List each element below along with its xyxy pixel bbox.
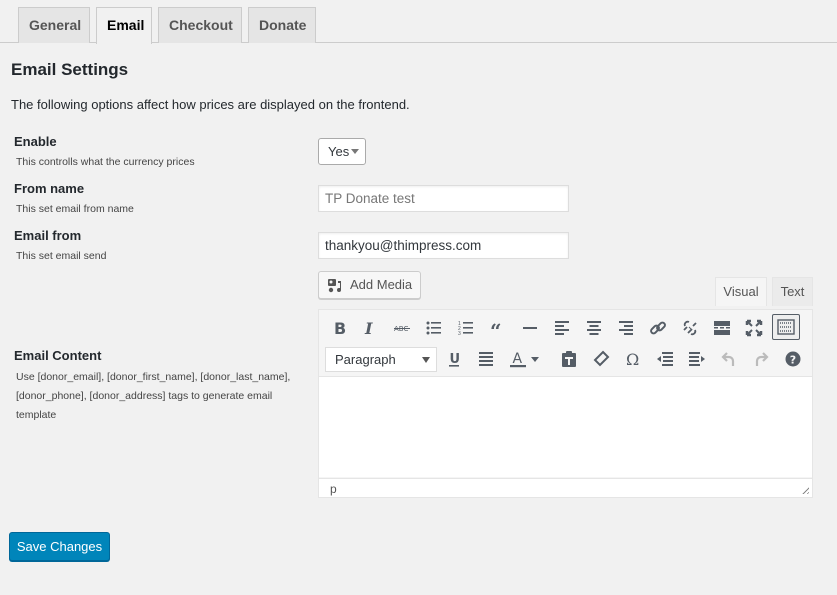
help-icon[interactable]: ? bbox=[781, 347, 805, 371]
svg-text:“: “ bbox=[490, 319, 502, 337]
enable-select[interactable]: Yes bbox=[318, 138, 366, 165]
clear-formatting-icon[interactable] bbox=[589, 347, 613, 371]
align-center-icon[interactable] bbox=[582, 316, 606, 340]
from-name-label: From name bbox=[14, 181, 85, 196]
email-content-description-2: [donor_phone], [donor_address] tags to g… bbox=[16, 390, 273, 402]
add-media-label: Add Media bbox=[350, 277, 413, 292]
from-name-input[interactable]: TP Donate test bbox=[318, 185, 569, 212]
undo-icon[interactable] bbox=[717, 347, 741, 371]
tab-text[interactable]: Text bbox=[772, 277, 813, 306]
email-content-editor: B I ABC 123 “ Paragraph U A Ω ? p bbox=[318, 309, 813, 498]
blockquote-icon[interactable]: “ bbox=[486, 316, 510, 340]
svg-text:?: ? bbox=[790, 354, 796, 367]
svg-text:I: I bbox=[364, 319, 373, 337]
text-color-icon[interactable]: A bbox=[506, 347, 530, 371]
email-content-description-3: template bbox=[16, 409, 57, 421]
increase-indent-icon[interactable] bbox=[685, 347, 709, 371]
svg-text:A: A bbox=[513, 351, 523, 367]
align-left-icon[interactable] bbox=[550, 316, 574, 340]
from-name-description: This set email from name bbox=[16, 203, 134, 215]
text-color-dropdown-icon[interactable] bbox=[528, 347, 542, 371]
italic-icon[interactable]: I bbox=[358, 316, 382, 340]
email-from-input[interactable]: thankyou@thimpress.com bbox=[318, 232, 569, 259]
enable-description: This controlls what the currency prices bbox=[16, 156, 195, 168]
special-character-icon[interactable]: Ω bbox=[621, 347, 645, 371]
email-content-description-1: Use [donor_email], [donor_first_name], [… bbox=[16, 371, 291, 383]
enable-label: Enable bbox=[14, 134, 57, 149]
underline-icon[interactable]: U bbox=[442, 347, 466, 371]
page-intro: The following options affect how prices … bbox=[11, 97, 410, 112]
redo-icon[interactable] bbox=[749, 347, 773, 371]
chevron-down-icon bbox=[351, 149, 359, 154]
fullscreen-icon[interactable] bbox=[742, 316, 766, 340]
element-path[interactable]: p bbox=[330, 482, 337, 496]
add-media-icon bbox=[328, 279, 341, 293]
email-content-label: Email Content bbox=[14, 348, 102, 363]
chevron-down-icon bbox=[422, 357, 430, 363]
email-from-label: Email from bbox=[14, 228, 82, 243]
format-select[interactable]: Paragraph bbox=[325, 347, 437, 372]
tab-visual[interactable]: Visual bbox=[715, 277, 767, 306]
decrease-indent-icon[interactable] bbox=[653, 347, 677, 371]
format-select-value: Paragraph bbox=[335, 352, 396, 367]
numbered-list-icon[interactable]: 123 bbox=[454, 316, 478, 340]
editor-statusbar: p bbox=[319, 478, 812, 497]
email-from-description: This set email send bbox=[16, 250, 107, 262]
svg-text:Ω: Ω bbox=[626, 350, 639, 368]
save-changes-button[interactable]: Save Changes bbox=[9, 532, 110, 561]
align-right-icon[interactable] bbox=[614, 316, 638, 340]
toolbar-toggle-icon[interactable] bbox=[772, 314, 800, 340]
horizontal-line-icon[interactable] bbox=[518, 316, 542, 340]
svg-text:U: U bbox=[450, 352, 461, 367]
tab-email[interactable]: Email bbox=[96, 7, 152, 44]
enable-select-value: Yes bbox=[328, 144, 350, 159]
tab-checkout[interactable]: Checkout bbox=[158, 7, 242, 43]
justify-icon[interactable] bbox=[474, 347, 498, 371]
strikethrough-icon[interactable]: ABC bbox=[390, 316, 414, 340]
tab-donate[interactable]: Donate bbox=[248, 7, 316, 43]
unlink-icon[interactable] bbox=[678, 316, 702, 340]
bullet-list-icon[interactable] bbox=[422, 316, 446, 340]
settings-tabs: General Email Checkout Donate bbox=[0, 0, 837, 44]
paste-as-text-icon[interactable] bbox=[557, 347, 581, 371]
resize-handle-icon[interactable] bbox=[800, 485, 809, 494]
svg-text:3: 3 bbox=[458, 331, 461, 337]
bold-icon[interactable]: B bbox=[327, 316, 351, 340]
tab-general[interactable]: General bbox=[18, 7, 90, 43]
editor-content-area[interactable] bbox=[319, 377, 812, 477]
page-title: Email Settings bbox=[11, 60, 129, 79]
link-icon[interactable] bbox=[646, 316, 670, 340]
read-more-icon[interactable] bbox=[710, 316, 734, 340]
editor-toolbar: B I ABC 123 “ Paragraph U A Ω ? bbox=[319, 310, 812, 377]
add-media-button[interactable]: Add Media bbox=[318, 271, 421, 299]
svg-text:B: B bbox=[334, 319, 346, 337]
